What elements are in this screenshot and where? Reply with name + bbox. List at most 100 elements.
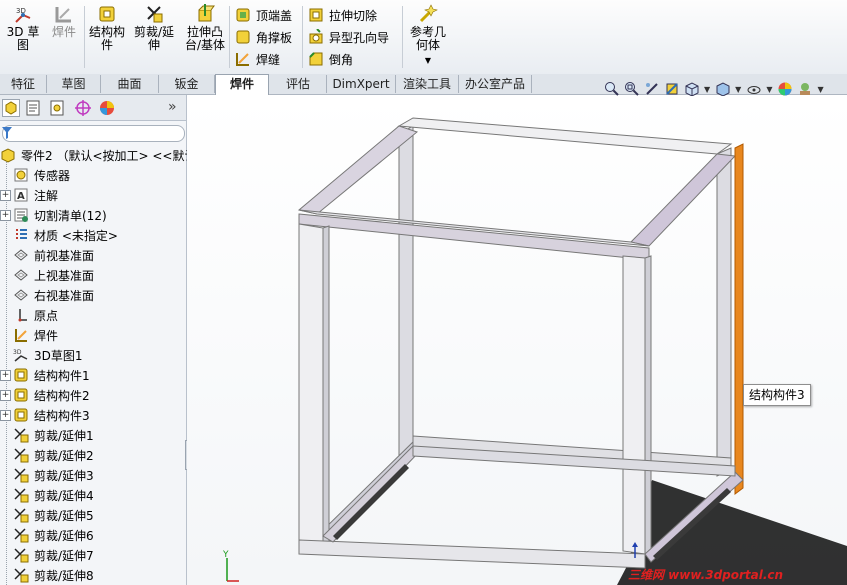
tree-item[interactable]: 剪裁/延伸2	[0, 445, 94, 465]
hide-show-items-icon[interactable]	[746, 81, 762, 97]
chevron-down-icon[interactable]: ▼	[406, 54, 450, 67]
section-view-icon[interactable]	[664, 81, 680, 97]
chamfer-button[interactable]: 倒角	[308, 50, 353, 68]
tree-item[interactable]: + A 注解	[0, 185, 58, 205]
tree-node-label: 结构构件3	[34, 408, 90, 423]
tab-sketch[interactable]: 草图	[47, 75, 101, 93]
reference-geometry-label-2: 何体	[415, 38, 440, 52]
tree-item[interactable]: 右视基准面	[0, 285, 94, 305]
configuration-manager-tab-icon[interactable]	[48, 99, 66, 117]
display-manager-tab-icon[interactable]	[98, 99, 116, 117]
tree-item[interactable]: 剪裁/延伸8	[0, 565, 94, 585]
apply-scene-icon[interactable]	[797, 81, 813, 97]
zoom-to-area-icon[interactable]	[624, 81, 640, 97]
tree-item[interactable]: 剪裁/延伸6	[0, 525, 94, 545]
tree-node-label: 结构构件1	[34, 368, 90, 383]
structural-member-button[interactable]: 结构构 件	[86, 4, 128, 52]
tree-item[interactable]: 原点	[0, 305, 58, 325]
viewport-background	[187, 96, 847, 585]
tree-node-label: 切割清单(12)	[34, 208, 107, 223]
tree-item[interactable]: 剪裁/延伸5	[0, 505, 94, 525]
expand-toggle-icon[interactable]: +	[0, 369, 11, 381]
tree-node-label: 剪裁/延伸7	[34, 548, 94, 563]
extruded-cut-label: 拉伸切除	[329, 8, 378, 23]
tree-node-label: 剪裁/延伸5	[34, 508, 94, 523]
expand-toggle-icon[interactable]: +	[0, 189, 11, 201]
tab-features[interactable]: 特征	[0, 75, 47, 93]
tab-surfaces[interactable]: 曲面	[101, 75, 159, 93]
tree-item[interactable]: 上视基准面	[0, 265, 94, 285]
hole-wizard-label: 异型孔向导	[329, 30, 390, 45]
chevron-down-icon[interactable]: ▼	[704, 85, 710, 94]
expand-toggle-icon[interactable]: +	[0, 409, 11, 421]
tab-evaluate[interactable]: 评估	[270, 75, 327, 93]
part-icon	[1, 148, 15, 163]
trim-extend-icon	[14, 448, 29, 463]
weldment-icon	[15, 329, 27, 342]
trim-extend-button[interactable]: 剪裁/延 伸	[132, 4, 176, 52]
trim-extend-icon	[14, 548, 29, 563]
end-cap-label: 顶端盖	[256, 8, 293, 23]
display-style-icon[interactable]	[715, 81, 731, 97]
graphics-viewport[interactable]: Y	[187, 96, 847, 585]
weld-bead-icon	[236, 53, 249, 66]
tree-item[interactable]: + 切割清单(12)	[0, 205, 107, 225]
tree-item[interactable]: 剪裁/延伸1	[0, 425, 94, 445]
tree-item[interactable]: 材质 <未指定>	[0, 225, 118, 245]
tree-item[interactable]: + 结构构件2	[0, 385, 90, 405]
3d-sketch-label: 3D 草图	[6, 25, 40, 52]
reference-geometry-icon	[419, 4, 438, 23]
tab-weldments[interactable]: 焊件	[215, 74, 269, 95]
tree-item[interactable]: 剪裁/延伸3	[0, 465, 94, 485]
feature-filter-input[interactable]	[2, 125, 185, 142]
chevron-down-icon[interactable]: ▼	[817, 85, 823, 94]
tree-item[interactable]: 剪裁/延伸7	[0, 545, 94, 565]
weld-bead-button[interactable]: 焊缝	[235, 50, 280, 68]
reference-geometry-button[interactable]: 参考几 何体 ▼	[406, 4, 450, 67]
watermark-text: 三维网 www.3dportal.cn	[628, 568, 784, 582]
tree-item[interactable]: 传感器	[0, 165, 70, 185]
ribbon-separator	[402, 6, 403, 68]
weldment-button[interactable]: 焊件	[48, 4, 80, 39]
gusset-button[interactable]: 角撑板	[235, 28, 292, 46]
plane-icon	[14, 269, 28, 281]
extrude-boss-button[interactable]: 拉伸凸 台/基体	[182, 4, 228, 52]
feature-manager-tab-icon[interactable]	[2, 99, 20, 117]
tree-item[interactable]: 焊件	[0, 325, 58, 345]
tab-dimxpert[interactable]: DimXpert	[327, 75, 396, 93]
property-manager-tab-icon[interactable]	[24, 99, 42, 117]
tree-item[interactable]: 3D 3D草图1	[0, 345, 83, 365]
dimxpert-manager-tab-icon[interactable]	[74, 99, 92, 117]
extruded-cut-icon	[309, 8, 323, 22]
collapse-panel-button[interactable]: »	[168, 99, 177, 115]
expand-toggle-icon[interactable]: +	[0, 389, 11, 401]
tab-render-tools[interactable]: 渲染工具	[396, 75, 459, 93]
view-orientation-icon[interactable]	[684, 81, 700, 97]
extruded-cut-button[interactable]: 拉伸切除	[308, 6, 377, 24]
tree-root-part[interactable]: 零件2 （默认<按加工> <<默认>	[0, 145, 207, 165]
tree-item[interactable]: 前视基准面	[0, 245, 94, 265]
trim-extend-icon	[14, 428, 29, 443]
tree-item[interactable]: 剪裁/延伸4	[0, 485, 94, 505]
trim-extend-icon	[14, 488, 29, 503]
edit-appearance-icon[interactable]	[777, 81, 793, 97]
tree-item[interactable]: + 结构构件3	[0, 405, 90, 425]
extrude-boss-label-2: 台/基体	[184, 38, 226, 52]
svg-text:3D: 3D	[13, 349, 22, 356]
3d-sketch-button[interactable]: 3D 3D 草图	[2, 4, 44, 52]
tab-office-products[interactable]: 办公室产品	[459, 75, 532, 93]
expand-toggle-icon[interactable]: +	[0, 209, 11, 221]
previous-view-icon[interactable]	[644, 81, 660, 97]
chamfer-icon	[309, 52, 323, 66]
hole-wizard-button[interactable]: 异型孔向导	[308, 28, 389, 46]
tab-sheet-metal[interactable]: 钣金	[159, 75, 215, 93]
chevron-down-icon[interactable]: ▼	[766, 85, 772, 94]
tree-item[interactable]: + 结构构件1	[0, 365, 90, 385]
end-cap-button[interactable]: 顶端盖	[235, 6, 292, 24]
structural-member-tooltip: 结构构件3	[743, 384, 811, 406]
chevron-down-icon[interactable]: ▼	[735, 85, 741, 94]
svg-text:A: A	[17, 191, 25, 202]
weld-bead-label: 焊缝	[256, 52, 281, 67]
tree-node-label: 3D草图1	[34, 348, 83, 363]
zoom-to-fit-icon[interactable]	[604, 81, 620, 97]
